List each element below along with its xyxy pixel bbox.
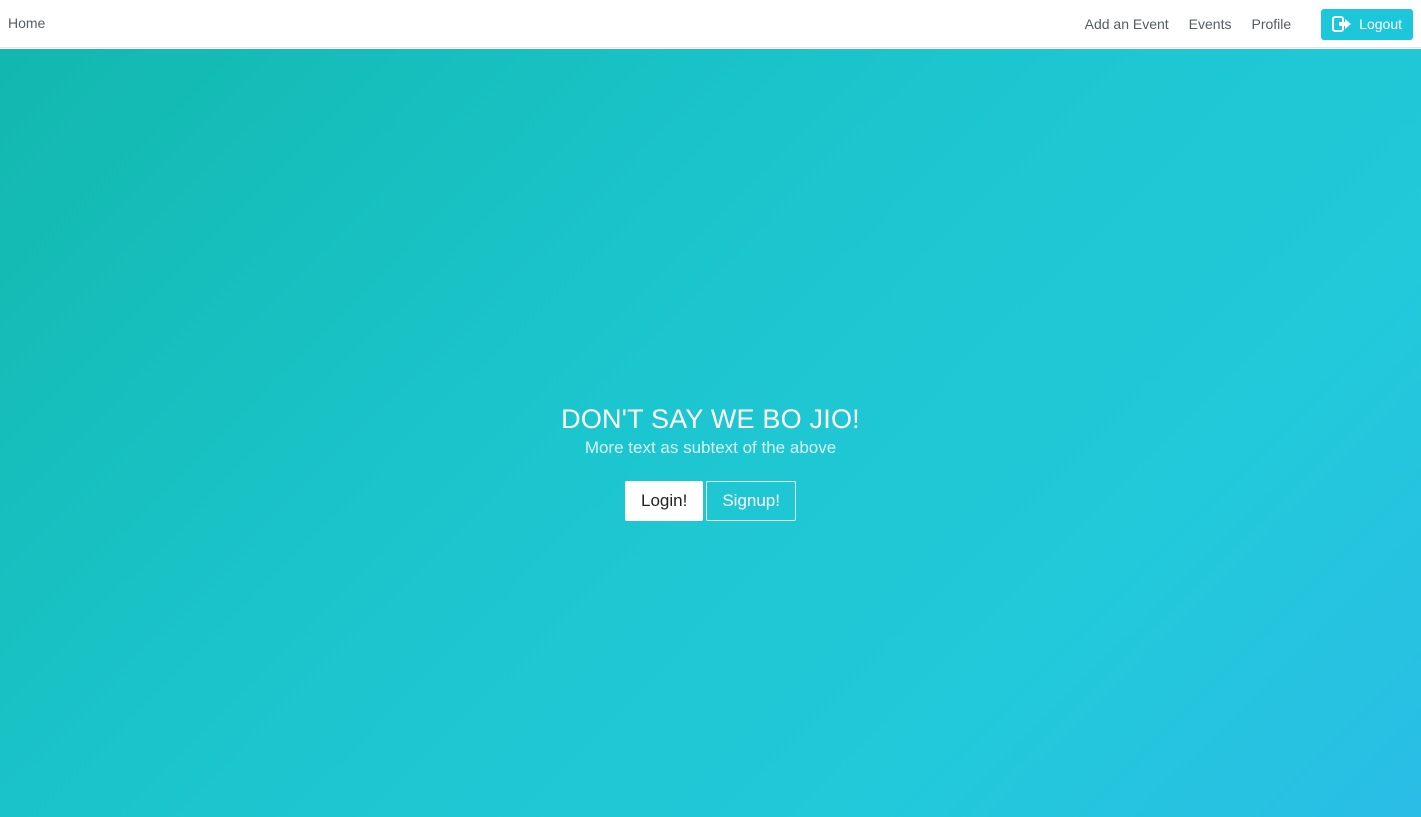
hero-title: DON'T SAY WE BO JIO!: [561, 404, 860, 434]
nav-add-event-link[interactable]: Add an Event: [1085, 16, 1169, 32]
nav-right-group: Add an Event Events Profile Logout: [1065, 0, 1413, 48]
hero-buttons: Login! Signup!: [0, 481, 1421, 521]
signup-button[interactable]: Signup!: [706, 481, 796, 521]
sign-out-icon: [1332, 16, 1352, 32]
nav-events-link[interactable]: Events: [1189, 16, 1232, 32]
login-button[interactable]: Login!: [625, 481, 704, 521]
hero-content: DON'T SAY WE BO JIO! More text as subtex…: [0, 403, 1421, 521]
top-navbar: Home Add an Event Events Profile Logout: [0, 0, 1421, 48]
logout-label: Logout: [1359, 16, 1402, 32]
hero-subtitle: More text as subtext of the above: [584, 438, 837, 457]
hero-section: DON'T SAY WE BO JIO! More text as subtex…: [0, 49, 1421, 817]
nav-home-link[interactable]: Home: [8, 15, 45, 31]
logout-button[interactable]: Logout: [1321, 8, 1413, 40]
nav-profile-link[interactable]: Profile: [1251, 16, 1291, 32]
